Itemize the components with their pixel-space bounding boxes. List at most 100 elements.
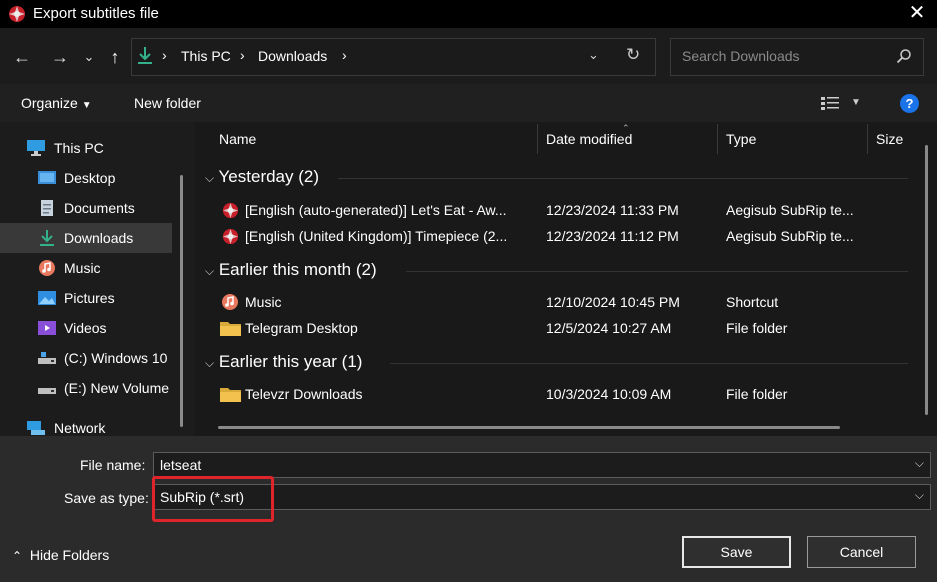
file-name: [English (United Kingdom)] Timepiece (2.… [245,228,508,244]
document-icon [41,200,53,216]
drive-icon [38,388,56,394]
save-button[interactable]: Save [682,536,791,568]
sidebar-item-c-drive[interactable]: (C:) Windows 10 [38,344,218,372]
search-icon[interactable] [896,48,912,64]
list-item[interactable]: Televzr Downloads 10/3/2024 10:09 AM Fil… [218,383,918,407]
sidebar-item-label: Videos [64,320,107,336]
help-icon[interactable]: ? [900,94,919,113]
address-history-chevron-icon[interactable]: ⌄ [588,47,599,63]
chevron-down-icon: ⌵ [205,264,215,278]
file-name: [English (auto-generated)] Let's Eat - A… [245,202,507,218]
group-divider [390,363,908,364]
group-header-earlier-this-year[interactable]: ⌵ Earlier this year (1) [205,352,362,376]
file-name-label: File name: [80,457,146,473]
sidebar-item-e-drive[interactable]: (E:) New Volume [38,374,218,402]
sidebar-item-label: (C:) Windows 10 [64,350,168,366]
sidebar-item-this-pc[interactable]: This PC [27,134,207,162]
file-name-field[interactable]: letseat ⌵ [153,452,931,478]
download-icon [138,47,152,64]
save-as-type-label: Save as type: [64,490,149,506]
music-icon [222,294,238,310]
file-date: 12/23/2024 11:33 PM [546,202,679,218]
forward-arrow-icon[interactable]: → [48,44,72,70]
annotation-highlight-box [152,476,274,522]
breadcrumb-separator-icon[interactable]: › [342,47,347,63]
folder-icon [220,388,241,402]
music-icon [39,260,55,276]
chevron-down-icon: ⌵ [205,356,215,370]
back-arrow-icon[interactable]: ← [10,44,34,70]
close-icon[interactable]: ✕ [902,2,932,26]
view-options-chevron-icon[interactable]: ▼ [851,97,861,108]
column-divider[interactable] [537,124,538,154]
hide-folders-button[interactable]: ⌃ Hide Folders [12,547,109,563]
file-name-input[interactable]: letseat [160,457,201,473]
group-header-yesterday[interactable]: ⌵ Yesterday (2) [205,167,319,191]
list-item[interactable]: Music 12/10/2024 10:45 PM Shortcut [218,291,918,315]
cancel-button[interactable]: Cancel [807,536,916,568]
column-header-size[interactable]: Size [876,131,903,147]
column-header-date-modified[interactable]: Date modified [546,131,632,147]
group-divider [406,271,908,272]
group-title: Yesterday (2) [218,167,320,186]
refresh-icon[interactable]: ↻ [626,45,640,65]
aegisub-icon [9,6,25,22]
sidebar-item-label: This PC [54,140,104,156]
breadcrumb-downloads[interactable]: Downloads [258,48,327,64]
chevron-down-icon[interactable]: ⌵ [915,488,924,503]
column-header-name[interactable]: Name [219,131,256,147]
group-title: Earlier this month (2) [218,260,377,279]
aegisub-icon [222,228,239,245]
column-header-type[interactable]: Type [726,131,756,147]
new-folder-button[interactable]: New folder [134,95,201,111]
list-item[interactable]: Telegram Desktop 12/5/2024 10:27 AM File… [218,317,918,341]
sidebar-item-music[interactable]: Music [38,254,218,282]
monitor-icon [27,140,45,156]
search-input[interactable]: Search Downloads [682,48,800,64]
sidebar-item-label: Music [64,260,101,276]
chevron-down-icon: ▼ [81,100,92,111]
sidebar-item-downloads[interactable]: Downloads [38,224,218,252]
sidebar-item-desktop[interactable]: Desktop [38,164,218,192]
sidebar-item-label: Network [54,420,106,436]
file-list-vertical-scrollbar[interactable] [925,145,928,415]
group-header-earlier-this-month[interactable]: ⌵ Earlier this month (2) [205,260,377,284]
file-list-horizontal-scrollbar[interactable] [218,426,840,429]
file-date: 10/3/2024 10:09 AM [546,386,672,402]
breadcrumb-separator-icon: › [240,47,245,63]
chevron-down-icon[interactable]: ⌵ [915,456,924,471]
sidebar-item-videos[interactable]: Videos [38,314,218,342]
desktop-icon [38,171,56,184]
download-icon [40,230,54,246]
drive-icon [38,352,56,364]
list-item[interactable]: [English (auto-generated)] Let's Eat - A… [218,199,918,223]
view-options-icon[interactable] [820,95,842,111]
file-date: 12/5/2024 10:27 AM [546,320,672,336]
network-icon [27,421,45,435]
file-type: Shortcut [726,294,779,310]
sidebar-item-label: (E:) New Volume [64,380,170,396]
file-date: 12/23/2024 11:12 PM [546,228,679,244]
file-name: Telegram Desktop [245,320,358,336]
pictures-icon [38,291,56,305]
up-arrow-icon[interactable]: ↑ [104,44,126,70]
file-type: File folder [726,386,788,402]
column-divider[interactable] [867,124,868,154]
sidebar-item-documents[interactable]: Documents [38,194,218,222]
sidebar-item-label: Downloads [64,230,134,246]
sidebar-item-pictures[interactable]: Pictures [38,284,218,312]
group-divider [338,178,908,179]
recent-locations-chevron-icon[interactable]: ⌄ [80,44,98,70]
column-divider[interactable] [717,124,718,154]
organize-button[interactable]: Organize ▼ [21,95,92,111]
file-name: Music [245,294,282,310]
chevron-down-icon: ⌵ [205,171,215,185]
list-item[interactable]: [English (United Kingdom)] Timepiece (2.… [218,225,918,249]
file-type: File folder [726,320,788,336]
sidebar-item-label: Documents [64,200,135,216]
file-type: Aegisub SubRip te... [726,228,854,244]
folder-icon [220,322,241,336]
hide-folders-label: Hide Folders [29,547,110,563]
aegisub-icon [222,202,239,219]
breadcrumb-this-pc[interactable]: This PC [181,48,231,64]
